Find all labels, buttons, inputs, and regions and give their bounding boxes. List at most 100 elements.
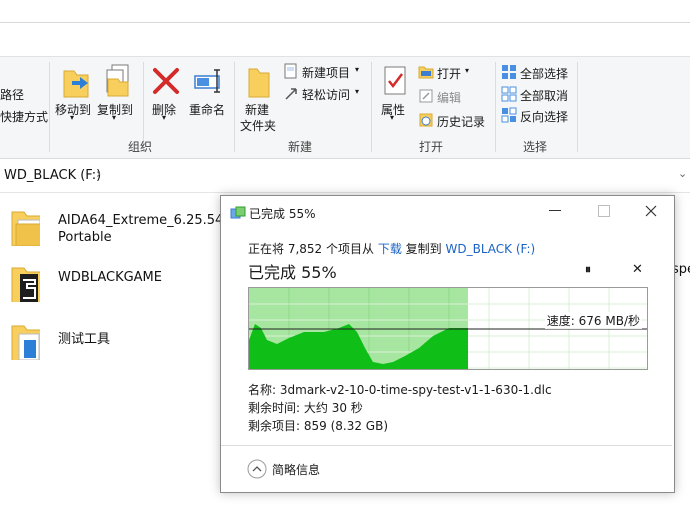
delete-icon — [153, 68, 179, 94]
edit-label: 编辑 — [437, 91, 462, 105]
delete-button[interactable]: 删除 ▾ — [149, 59, 183, 122]
chevron-down-icon: ▾ — [465, 66, 470, 75]
ribbon-separator — [495, 62, 496, 152]
throughput-graph: 速度: 676 MB/秒 — [248, 287, 648, 370]
less-details-label: 简略信息 — [272, 463, 321, 477]
minimize-button[interactable] — [549, 210, 561, 211]
name-label: 名称: — [248, 383, 277, 397]
ribbon-separator — [234, 62, 235, 152]
items-remaining-row: 剩余项目: 859 (8.32 GB) — [248, 417, 388, 434]
copy-middle: 复制到 — [405, 242, 442, 256]
history-icon — [419, 113, 433, 127]
new-item-label: 新建项目 — [302, 66, 351, 80]
new-item-button[interactable]: 新建项目 ▾ — [283, 63, 365, 81]
easy-access-button[interactable]: 轻松访问 ▾ — [283, 85, 365, 103]
dialog-title: 已完成 55% — [249, 207, 316, 221]
cancel-button[interactable]: ✕ — [632, 262, 643, 277]
speed-label: 速度: 676 MB/秒 — [544, 312, 642, 329]
title-strip — [0, 0, 690, 23]
address-path[interactable]: WD_BLACK (F:) — [4, 168, 101, 183]
new-folder-icon — [248, 68, 270, 98]
ribbon-separator — [577, 62, 578, 152]
rename-button[interactable]: 重命名 — [187, 59, 229, 121]
open-button[interactable]: 打开 ▾ — [418, 64, 476, 82]
properties-icon — [384, 66, 406, 95]
close-icon[interactable] — [645, 205, 657, 217]
rename-icon — [194, 69, 220, 93]
copy-to-icon — [106, 64, 129, 97]
history-button[interactable]: 历史记录 — [418, 112, 490, 130]
pause-button[interactable]: ⏸ — [585, 262, 591, 277]
ribbon: 路径 快捷方式 移动到 ▾ 复制到 ▾ 删除 ▾ 重命名 新建 文件夹 新建项目… — [0, 56, 690, 159]
select-all-label: 全部选择 — [520, 67, 569, 81]
history-label: 历史记录 — [437, 115, 486, 129]
chevron-down-icon: ▾ — [355, 65, 360, 74]
list-item[interactable]: 测试工具 — [10, 320, 220, 366]
copy-description: 正在将 7,852 个项目从 下载 复制到 WD_BLACK (F:) — [248, 240, 535, 257]
chevron-right-icon[interactable]: › — [96, 167, 101, 182]
rename-label: 重命名 — [189, 103, 226, 117]
address-bar[interactable]: WD_BLACK (F:) › ⌄ — [0, 160, 690, 193]
chevron-down-icon: ▾ — [355, 87, 360, 96]
select-none-icon — [501, 86, 517, 102]
items-label: 剩余项目: — [248, 419, 301, 433]
items-value: 859 (8.32 GB) — [303, 419, 389, 433]
copy-icon — [230, 206, 246, 219]
select-none-button[interactable]: 全部取消 — [501, 86, 575, 104]
list-item[interactable]: AIDA64_Extreme_6.25.5400_ Portable — [10, 206, 246, 250]
open-label: 打开 — [437, 67, 462, 81]
new-folder-label-2: 文件夹 — [240, 119, 277, 133]
new-folder-button[interactable]: 新建 文件夹 — [239, 59, 279, 137]
ribbon-separator — [49, 62, 50, 152]
invert-selection-label: 反向选择 — [520, 110, 569, 124]
ribbon-partial-text-2: 快捷方式 — [0, 110, 49, 124]
new-item-icon — [284, 63, 297, 79]
ribbon-partial-text-1: 路径 — [0, 88, 25, 102]
list-item[interactable]: WDBLACKGAME — [10, 262, 220, 308]
folder-icon — [11, 211, 40, 246]
file-name-row: 名称: 3dmark-v2-10-0-time-spy-test-v1-1-63… — [248, 381, 552, 398]
properties-button[interactable]: 属性 ▾ — [377, 59, 413, 122]
chevron-up-icon — [247, 459, 267, 479]
select-all-icon — [502, 65, 516, 79]
group-label-new: 新建 — [288, 140, 313, 154]
copy-prefix: 正在将 7,852 个项目从 — [248, 242, 374, 256]
chevron-down-icon: ▾ — [112, 113, 117, 122]
file-name: 测试工具 — [58, 332, 111, 347]
time-label: 剩余时间: — [248, 401, 301, 415]
open-icon — [418, 66, 434, 79]
select-all-button[interactable]: 全部选择 — [501, 64, 575, 82]
ribbon-separator — [371, 62, 372, 152]
select-none-label: 全部取消 — [520, 89, 569, 103]
source-link[interactable]: 下载 — [378, 242, 402, 256]
chevron-down-icon: ▾ — [162, 113, 167, 122]
move-to-icon — [63, 70, 89, 98]
destination-link[interactable]: WD_BLACK (F:) — [446, 242, 536, 256]
divider — [221, 445, 672, 446]
easy-access-icon — [285, 88, 297, 100]
file-name: WDBLACKGAME — [58, 270, 162, 285]
invert-selection-button[interactable]: 反向选择 — [501, 107, 575, 125]
name-value: 3dmark-v2-10-0-time-spy-test-v1-1-630-1.… — [279, 383, 552, 397]
time-remaining-row: 剩余时间: 大约 30 秒 — [248, 399, 363, 416]
time-value: 大约 30 秒 — [303, 401, 363, 415]
group-label-open: 打开 — [419, 140, 444, 154]
folder-icon — [11, 325, 40, 360]
move-to-button[interactable]: 移动到 ▾ — [54, 59, 94, 122]
chevron-down-icon: ▾ — [70, 113, 75, 122]
group-label-select: 选择 — [523, 140, 548, 154]
file-name-line2: Portable — [58, 230, 112, 245]
file-name: AIDA64_Extreme_6.25.5400_ — [58, 213, 247, 228]
edit-icon — [419, 89, 433, 103]
progress-heading: 已完成 55% — [248, 263, 337, 282]
copy-to-button[interactable]: 复制到 ▾ — [96, 59, 136, 122]
chevron-down-icon[interactable]: ⌄ — [678, 167, 687, 180]
copy-progress-dialog: 已完成 55% 正在将 7,852 个项目从 下载 复制到 WD_BLACK (… — [220, 195, 675, 493]
invert-selection-icon — [501, 107, 517, 123]
group-label-organize: 组织 — [128, 140, 153, 154]
chevron-down-icon: ▾ — [390, 113, 395, 122]
edit-button[interactable]: 编辑 — [418, 88, 476, 106]
maximize-button[interactable] — [598, 205, 610, 217]
easy-access-label: 轻松访问 — [302, 88, 351, 102]
less-details-button[interactable]: 简略信息 — [247, 459, 347, 481]
